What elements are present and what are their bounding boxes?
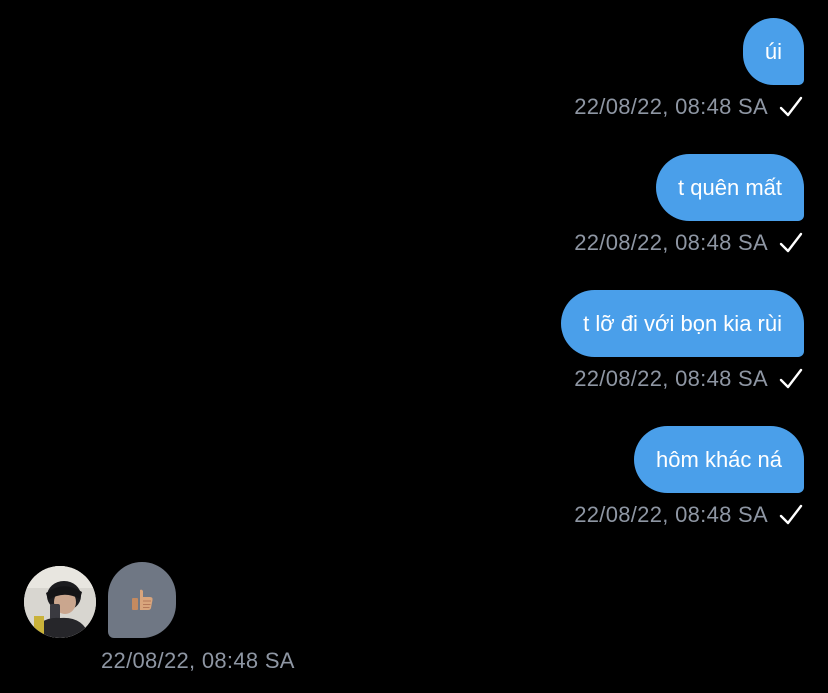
message-timestamp: 22/08/22, 08:48 SA — [574, 94, 768, 119]
check-icon — [779, 232, 803, 253]
check-icon — [779, 368, 803, 389]
outgoing-message-bubble[interactable]: t lỡ đi với bọn kia rùi — [561, 290, 804, 357]
check-icon — [779, 96, 803, 117]
chat-thread: úi 22/08/22, 08:48 SA t quên mất 22/08/2… — [0, 0, 828, 693]
avatar[interactable] — [24, 566, 96, 638]
outgoing-message-bubble[interactable]: hôm khác ná — [634, 426, 804, 493]
thumbs-up-icon — [132, 589, 153, 610]
outgoing-message-bubble[interactable]: t quên mất — [656, 154, 804, 221]
avatar-image — [24, 566, 96, 638]
message-text: t quên mất — [678, 174, 782, 200]
message-text: hôm khác ná — [656, 446, 782, 472]
message-meta: 22/08/22, 08:48 SA — [574, 364, 804, 394]
message-meta: 22/08/22, 08:48 SA — [574, 228, 804, 258]
message-timestamp: 22/08/22, 08:48 SA — [574, 230, 768, 255]
message-timestamp: 22/08/22, 08:48 SA — [574, 502, 768, 527]
message-meta: 22/08/22, 08:48 SA — [574, 92, 804, 122]
message-meta: 22/08/22, 08:48 SA — [574, 500, 804, 530]
check-icon — [779, 504, 803, 525]
message-timestamp: 22/08/22, 08:48 SA — [101, 648, 295, 673]
message-meta: 22/08/22, 08:48 SA — [101, 646, 295, 676]
message-text: úi — [764, 38, 782, 64]
message-timestamp: 22/08/22, 08:48 SA — [574, 366, 768, 391]
message-text: t lỡ đi với bọn kia rùi — [583, 310, 782, 336]
outgoing-message-bubble[interactable]: úi — [742, 18, 804, 85]
incoming-message-bubble[interactable] — [108, 562, 176, 638]
